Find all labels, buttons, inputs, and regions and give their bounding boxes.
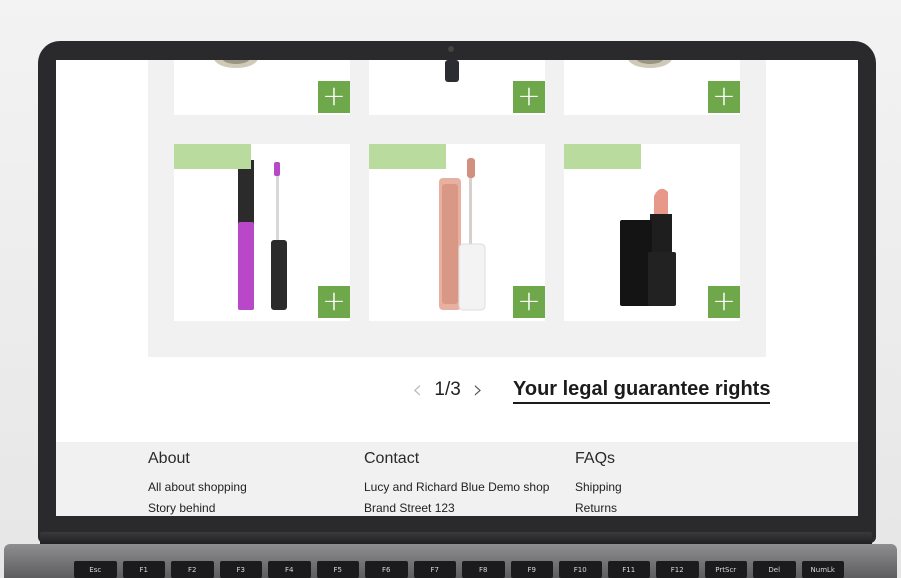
footer-heading-contact: Contact bbox=[364, 450, 420, 467]
site-footer: About All about shopping Story behind Co… bbox=[56, 442, 858, 516]
key-f3: F3 bbox=[219, 561, 262, 578]
promo-tag bbox=[564, 144, 641, 169]
key-prtscr: PrtScr bbox=[704, 561, 747, 578]
add-to-cart-button[interactable]: + bbox=[708, 81, 740, 113]
footer-heading-faqs: FAQs bbox=[575, 450, 616, 467]
product-card-1[interactable]: + bbox=[174, 60, 350, 115]
add-to-cart-button[interactable]: + bbox=[318, 286, 350, 318]
key-f12: F12 bbox=[656, 561, 699, 578]
webcam bbox=[448, 46, 454, 52]
footer-contact: Contact Lucy and Richard Blue Demo shop … bbox=[364, 450, 549, 516]
key-f9: F9 bbox=[510, 561, 553, 578]
promo-tag bbox=[369, 144, 446, 169]
product-card-6[interactable]: + bbox=[564, 144, 740, 321]
key-esc: Esc bbox=[74, 561, 117, 578]
footer-link-shipping[interactable]: Shipping bbox=[575, 480, 622, 494]
keyboard-function-row: Esc F1 F2 F3 F4 F5 F6 F7 F8 F9 F10 F11 F… bbox=[74, 561, 844, 578]
chevron-left-icon[interactable]: ‹ bbox=[412, 377, 422, 403]
product-card-5[interactable]: + bbox=[369, 144, 545, 321]
product-grid: + + + + + + bbox=[148, 60, 766, 357]
page-indicator: 1/3 bbox=[434, 379, 461, 400]
laptop-screen: + + + + + + ‹ 1/3 › Your legal guarantee… bbox=[56, 60, 858, 516]
product-card-3[interactable]: + bbox=[564, 60, 740, 115]
footer-heading-about: About bbox=[148, 450, 190, 467]
key-f4: F4 bbox=[268, 561, 311, 578]
add-to-cart-button[interactable]: + bbox=[513, 81, 545, 113]
key-del: Del bbox=[753, 561, 796, 578]
footer-link-story-behind[interactable]: Story behind bbox=[148, 501, 247, 515]
key-f5: F5 bbox=[316, 561, 359, 578]
key-numlk: NumLk bbox=[801, 561, 844, 578]
pagination: ‹ 1/3 › bbox=[412, 374, 483, 406]
product-card-2[interactable]: + bbox=[369, 60, 545, 115]
add-to-cart-button[interactable]: + bbox=[318, 81, 350, 113]
key-f10: F10 bbox=[559, 561, 602, 578]
add-to-cart-button[interactable]: + bbox=[513, 286, 545, 318]
legal-guarantee-link[interactable]: Your legal guarantee rights bbox=[513, 378, 771, 404]
footer-link-all-about-shopping[interactable]: All about shopping bbox=[148, 480, 247, 494]
key-f11: F11 bbox=[607, 561, 650, 578]
footer-about: About All about shopping Story behind bbox=[148, 450, 247, 516]
chevron-right-icon[interactable]: › bbox=[473, 377, 483, 403]
key-f8: F8 bbox=[462, 561, 505, 578]
footer-contact-address: Brand Street 123 bbox=[364, 501, 455, 515]
key-f6: F6 bbox=[365, 561, 408, 578]
footer-faqs: FAQs Shipping Returns bbox=[575, 450, 622, 516]
key-f1: F1 bbox=[122, 561, 165, 578]
footer-link-returns[interactable]: Returns bbox=[575, 501, 622, 515]
product-card-4[interactable]: + bbox=[174, 144, 350, 321]
key-f2: F2 bbox=[171, 561, 214, 578]
add-to-cart-button[interactable]: + bbox=[708, 286, 740, 318]
promo-tag bbox=[174, 144, 251, 169]
key-f7: F7 bbox=[413, 561, 456, 578]
footer-contact-shop-name: Lucy and Richard Blue Demo shop bbox=[364, 480, 550, 494]
